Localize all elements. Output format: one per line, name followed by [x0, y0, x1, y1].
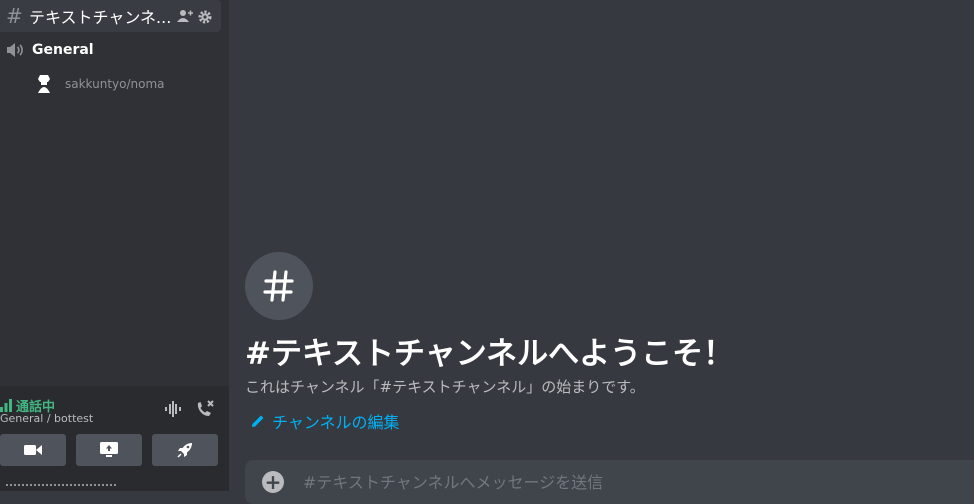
pencil-icon: [251, 414, 265, 428]
video-button[interactable]: [0, 434, 66, 466]
add-attachment-button[interactable]: +: [262, 471, 284, 493]
welcome-title: #テキストチャンネルへようこそ！: [245, 336, 735, 372]
video-camera-icon: [24, 444, 42, 456]
message-input[interactable]: [301, 468, 905, 496]
voice-user-name: sakkuntyo/noma: [65, 77, 165, 91]
voice-user-item[interactable]: sakkuntyo/noma: [36, 72, 165, 96]
message-composer: +: [245, 460, 974, 504]
screen-share-icon: [100, 442, 118, 458]
voice-channel-item[interactable]: General: [0, 38, 94, 62]
voice-channel-name: General: [32, 42, 94, 58]
avatar: [36, 74, 52, 94]
disconnect-call-icon[interactable]: [195, 400, 215, 422]
hashtag-icon: #: [6, 4, 23, 28]
text-channel-item[interactable]: # テキストチャンネ...: [0, 0, 221, 32]
speaker-icon: [6, 42, 24, 58]
text-channel-name: テキストチャンネ...: [29, 8, 172, 27]
voice-connection-panel: 通話中 General / bottest: [0, 386, 229, 477]
channel-main: #テキストチャンネルへようこそ！ これはチャンネル「#テキストチャンネル」の始ま…: [229, 0, 974, 504]
welcome-description: これはチャンネル「#テキストチャンネル」の始まりです。: [245, 378, 645, 396]
channel-hash-icon: [245, 252, 313, 320]
noise-suppression-icon[interactable]: [164, 401, 182, 421]
invite-user-icon[interactable]: [177, 8, 193, 27]
channel-sidebar: # テキストチャンネ... General sakkuntyo/noma 通話中…: [0, 0, 229, 491]
user-area: [0, 476, 229, 491]
rocket-icon: [177, 442, 193, 458]
edit-channel-link[interactable]: チャンネルの編集: [251, 409, 400, 433]
gear-icon[interactable]: [198, 9, 212, 28]
edit-channel-label: チャンネルの編集: [272, 413, 400, 432]
signal-bars-icon: [0, 399, 12, 412]
activities-button[interactable]: [152, 434, 218, 466]
voice-connection-name: General / bottest: [0, 412, 94, 425]
screen-share-button[interactable]: [76, 434, 142, 466]
